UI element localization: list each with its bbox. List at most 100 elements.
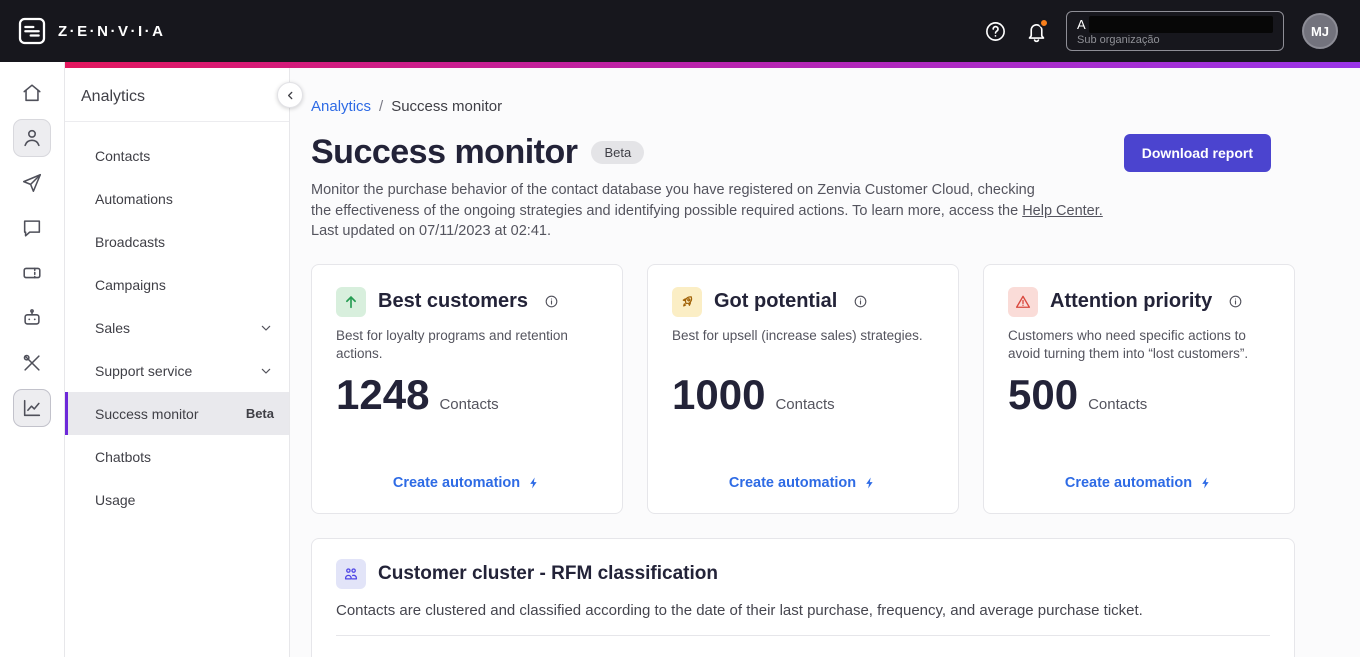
sidebar-item-campaigns[interactable]: Campaigns [65, 263, 289, 306]
notification-dot [1039, 17, 1049, 28]
sidebar-item-label: Broadcasts [95, 233, 166, 250]
page-description: Monitor the purchase behavior of the con… [311, 180, 1295, 242]
card-subtitle: Customers who need specific actions to a… [1008, 327, 1249, 361]
description-line-2: the effectiveness of the ongoing strateg… [311, 202, 1019, 219]
help-center-link[interactable]: Help Center. [1022, 203, 1103, 219]
page-beta-badge: Beta [591, 141, 645, 164]
lightning-icon [1202, 477, 1209, 489]
create-automation-label: Create automation [1064, 474, 1193, 491]
icon-rail [0, 62, 65, 657]
best-customers-card: Best customers Best for loyalty programs… [311, 263, 623, 514]
card-title: Attention priority [1050, 290, 1213, 313]
cluster-description: Contacts are clustered and classified ac… [336, 601, 1143, 619]
breadcrumb-analytics-link[interactable]: Analytics [311, 98, 371, 115]
organization-selector[interactable]: A Sub organização [1066, 11, 1284, 51]
organization-name: A [1077, 17, 1086, 32]
contact-count: 1248 [336, 371, 430, 419]
sidebar-item-sales[interactable]: Sales [65, 306, 289, 349]
rail-item-home[interactable] [13, 74, 51, 112]
sidebar-item-automations[interactable]: Automations [65, 177, 289, 220]
sidebar-collapse-button[interactable] [277, 82, 303, 108]
lightning-icon [530, 477, 537, 489]
got-potential-card: Got potential Best for upsell (increase … [647, 263, 959, 514]
brand-text: Z·E·N·V·I·A [58, 22, 166, 40]
chevron-left-icon [287, 91, 292, 99]
home-icon [23, 84, 41, 102]
chevron-down-icon [258, 320, 274, 336]
rail-item-contacts[interactable] [13, 119, 51, 157]
warning-triangle-icon [1008, 286, 1038, 317]
help-icon[interactable] [984, 20, 1007, 43]
organization-name-redacted [1088, 16, 1273, 33]
info-icon[interactable] [1228, 294, 1243, 309]
ticket-icon [23, 267, 41, 279]
sidebar-item-broadcasts[interactable]: Broadcasts [65, 220, 289, 263]
create-automation-link[interactable]: Create automation [393, 475, 541, 491]
rail-item-bot[interactable] [13, 299, 51, 337]
rail-item-tools[interactable] [13, 344, 51, 382]
info-icon[interactable] [853, 294, 868, 309]
create-automation-link[interactable]: Create automation [1065, 475, 1213, 491]
card-subtitle: Best for upsell (increase sales) strateg… [672, 327, 923, 343]
create-automation-label: Create automation [728, 474, 857, 491]
contact-count: 500 [1008, 371, 1079, 419]
rail-item-analytics[interactable] [13, 389, 51, 427]
robot-icon [24, 309, 40, 325]
contact-count: 1000 [672, 370, 766, 418]
lightning-icon [866, 477, 873, 489]
breadcrumb: Analytics / Success monitor [311, 98, 1295, 115]
analytics-sidebar: Analytics Contacts Automations Broadcast… [65, 68, 290, 657]
sidebar-item-usage[interactable]: Usage [65, 478, 289, 521]
sidebar-item-success-monitor[interactable]: Success monitor Beta [65, 392, 289, 435]
contact-unit: Contacts [439, 396, 499, 414]
create-automation-label: Create automation [392, 474, 521, 491]
contacts-person-icon [24, 129, 40, 147]
card-title: Got potential [714, 290, 838, 313]
tools-icon [23, 354, 40, 371]
cluster-divider [336, 634, 1270, 636]
sidebar-title: Analytics [65, 68, 289, 122]
chevron-down-icon [258, 363, 274, 379]
create-automation-link[interactable]: Create automation [729, 475, 877, 491]
sidebar-item-support-service[interactable]: Support service [65, 349, 289, 392]
zenvia-brand[interactable]: Z·E·N·V·I·A [16, 15, 165, 47]
beta-badge: Beta [245, 406, 274, 421]
rail-item-broadcasts[interactable] [13, 164, 51, 202]
sidebar-item-chatbots[interactable]: Chatbots [65, 435, 289, 478]
notifications-bell-icon[interactable] [1025, 17, 1049, 43]
rail-item-tickets[interactable] [13, 254, 51, 292]
breadcrumb-separator: / [379, 98, 384, 115]
download-report-button[interactable]: Download report [1123, 133, 1271, 172]
description-line-1: Monitor the purchase behavior of the con… [311, 182, 1035, 198]
arrow-up-icon [336, 286, 366, 317]
sidebar-item-label: Success monitor [95, 405, 199, 422]
contact-unit: Contacts [1088, 396, 1148, 414]
breadcrumb-current: Success monitor [391, 98, 503, 115]
line-chart-icon [23, 399, 41, 417]
zenvia-logo-icon [16, 15, 48, 47]
last-updated-text: Last updated on 07/11/2023 at 02:41. [311, 223, 551, 240]
contact-unit: Contacts [775, 395, 835, 413]
sidebar-item-label: Chatbots [95, 448, 152, 465]
sidebar-item-contacts[interactable]: Contacts [65, 134, 289, 177]
card-title: Best customers [378, 290, 529, 313]
sidebar-item-label: Contacts [95, 147, 151, 164]
page-title: Success monitor [311, 133, 578, 171]
sidebar-item-label: Campaigns [95, 276, 166, 293]
card-subtitle: Best for loyalty programs and retention … [336, 327, 568, 361]
sidebar-item-label: Support service [95, 362, 193, 379]
customer-cluster-card: Customer cluster - RFM classification Co… [311, 537, 1295, 657]
info-icon[interactable] [544, 294, 559, 309]
user-avatar[interactable]: MJ [1302, 13, 1338, 49]
top-bar: Z·E·N·V·I·A A Sub organização MJ [0, 0, 1360, 62]
chat-bubble-icon [23, 220, 41, 237]
cluster-title: Customer cluster - RFM classification [378, 562, 718, 584]
rail-item-conversations[interactable] [13, 209, 51, 247]
people-group-icon [336, 558, 366, 589]
sidebar-item-label: Usage [95, 491, 136, 508]
kpi-cards: Best customers Best for loyalty programs… [311, 263, 1295, 514]
sub-organization-label: Sub organização [1077, 34, 1160, 46]
rocket-icon [672, 286, 702, 317]
attention-priority-card: Attention priority Customers who need sp… [983, 263, 1295, 514]
send-icon [22, 173, 42, 193]
